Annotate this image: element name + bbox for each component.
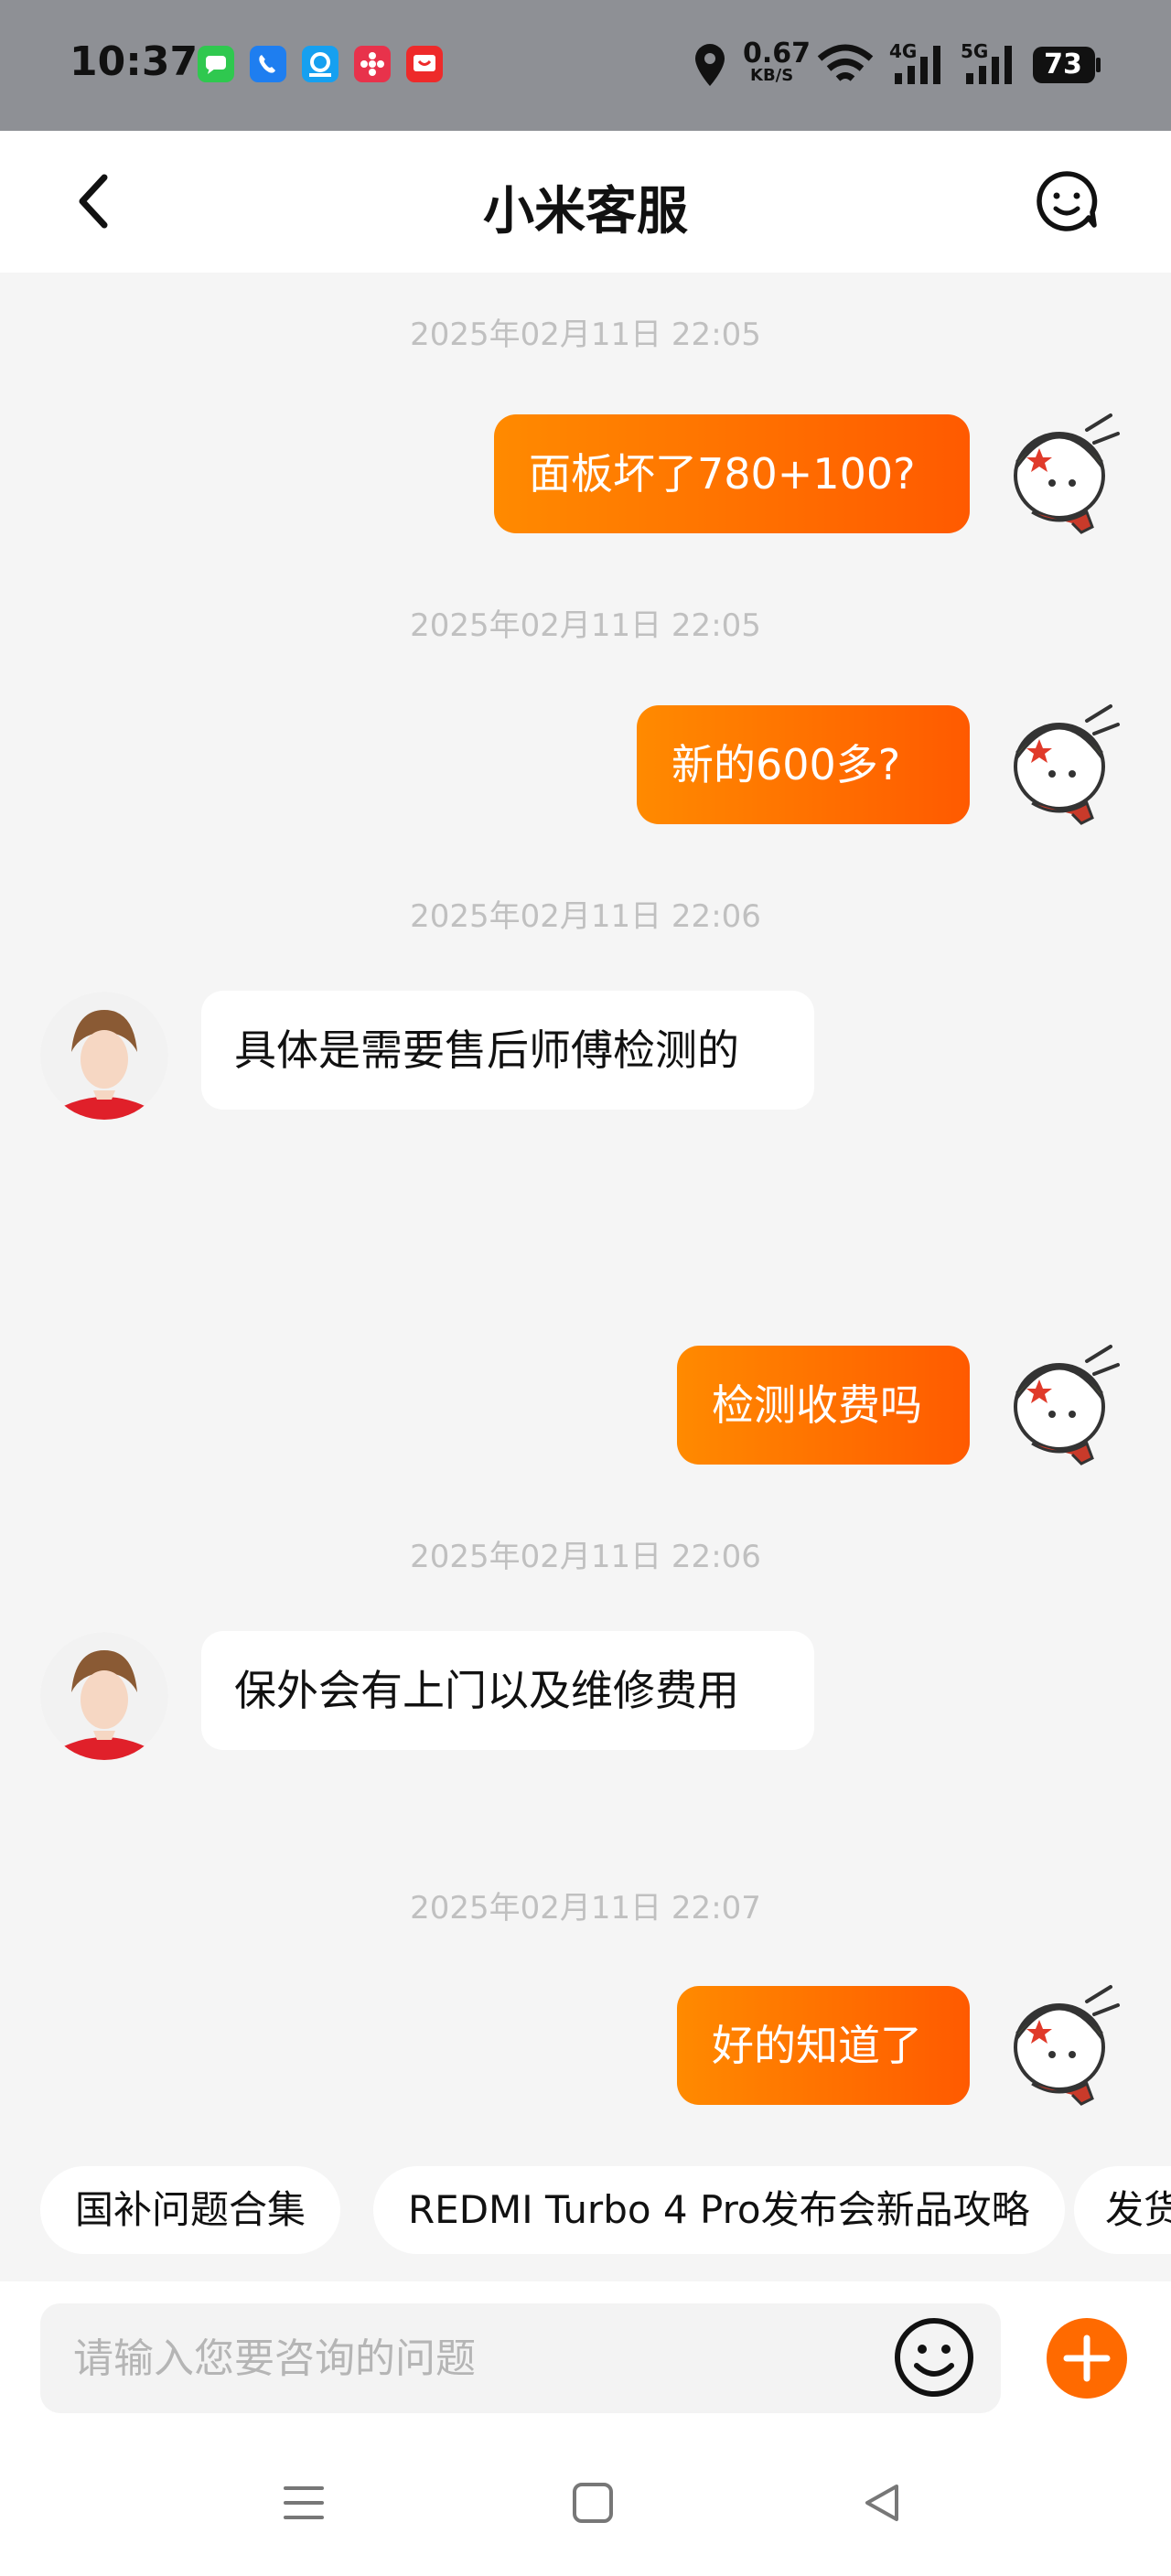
location-icon	[692, 42, 728, 90]
user-avatar	[1014, 413, 1120, 534]
signal-icon	[891, 42, 946, 86]
user-message-bubble: 新的600多?	[637, 705, 970, 824]
message-timestamp: 2025年02月11日 22:06	[410, 1539, 761, 1575]
quick-reply-chip[interactable]: 发货	[1074, 2166, 1171, 2254]
flower-app-icon	[354, 46, 391, 82]
network-speed: 0.67	[743, 38, 811, 70]
agent-avatar	[40, 1632, 168, 1760]
back-nav-icon[interactable]	[860, 2481, 904, 2525]
message-timestamp: 2025年02月11日 22:05	[410, 317, 761, 353]
quick-reply-chip[interactable]: 国补问题合集	[40, 2166, 341, 2254]
shopping-app-icon	[406, 46, 443, 82]
emoji-icon[interactable]	[893, 2316, 975, 2399]
user-avatar	[1014, 704, 1120, 825]
message-timestamp: 2025年02月11日 22:05	[410, 607, 761, 644]
user-message-bubble: 面板坏了780+100?	[494, 414, 970, 533]
plus-icon[interactable]	[1047, 2318, 1127, 2399]
menu-icon[interactable]	[282, 2481, 326, 2525]
status-time: 10:37	[70, 38, 199, 85]
network-unit: KB/S	[750, 66, 794, 85]
chat-smile-icon[interactable]	[1034, 168, 1100, 234]
user-message-bubble: 检测收费吗	[677, 1346, 970, 1465]
message-input[interactable]	[40, 2303, 1001, 2413]
home-icon[interactable]	[571, 2481, 615, 2525]
message-timestamp: 2025年02月11日 22:07	[410, 1890, 761, 1927]
agent-avatar	[40, 992, 168, 1120]
user-avatar	[1014, 1345, 1120, 1465]
wifi-icon	[816, 42, 875, 88]
signal-icon-2	[962, 42, 1017, 86]
agent-message-bubble: 具体是需要售后师傅检测的	[201, 991, 814, 1110]
browser-app-icon	[302, 46, 338, 82]
quick-reply-chip[interactable]: REDMI Turbo 4 Pro发布会新品攻略	[373, 2166, 1065, 2254]
message-timestamp: 2025年02月11日 22:06	[410, 898, 761, 935]
phone-app-icon	[250, 46, 286, 82]
battery-level: 73	[1044, 48, 1082, 80]
messages-app-icon	[198, 46, 234, 82]
agent-message-bubble: 保外会有上门以及维修费用	[201, 1631, 814, 1750]
page-title: 小米客服	[483, 182, 688, 242]
user-avatar	[1014, 1985, 1120, 2106]
user-message-bubble: 好的知道了	[677, 1986, 970, 2105]
